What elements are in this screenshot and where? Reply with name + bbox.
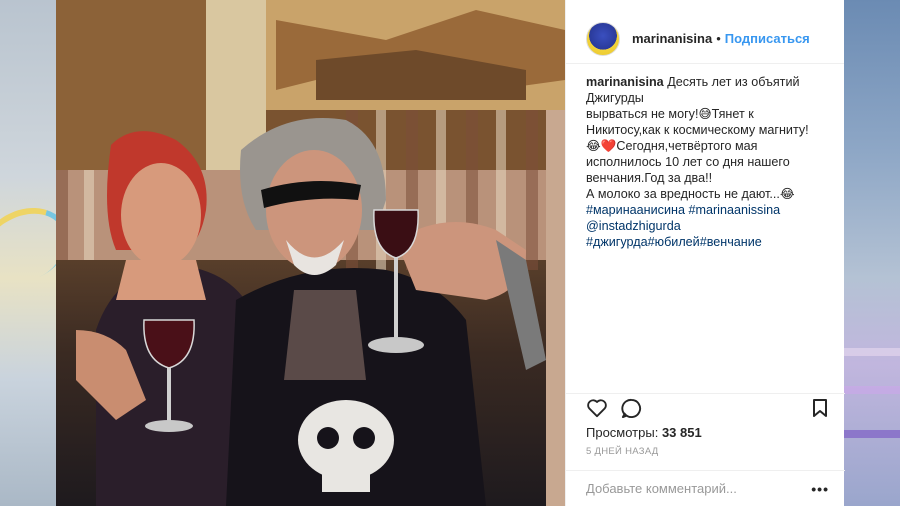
- man-chest-tattoo: [284, 290, 366, 380]
- caption-author-link[interactable]: marinanisina: [586, 75, 664, 89]
- decorative-stripe: [844, 348, 900, 356]
- views-label: Просмотры:: [586, 425, 659, 440]
- glass-stem: [167, 368, 171, 423]
- comment-bar: Добавьте комментарий... •••: [566, 470, 845, 506]
- blurred-hashtag: [586, 250, 828, 266]
- avatar[interactable]: [586, 21, 620, 56]
- more-horizontal-icon[interactable]: •••: [811, 481, 829, 497]
- comment-item: [566, 323, 844, 338]
- glass-stem: [394, 258, 398, 338]
- caption-text: Десять лет из объятий: [667, 75, 800, 89]
- views-count: Просмотры: 33 851: [586, 425, 702, 440]
- heart-icon[interactable]: [586, 398, 608, 423]
- woman-face: [121, 163, 201, 267]
- speech-bubble-icon[interactable]: [621, 398, 642, 424]
- caption-line: Никитосу,как к космическому магниту!: [586, 123, 809, 137]
- caption-line: 😂❤️Сегодня,четвёртого мая: [586, 139, 758, 153]
- comment-item: [566, 346, 844, 361]
- post-photo[interactable]: [56, 0, 565, 506]
- skull-print: [298, 400, 394, 480]
- post-header: marinanisina • Подписаться: [566, 0, 844, 64]
- comments-section: [566, 270, 844, 406]
- man-face: [266, 150, 362, 270]
- caption-line: marinanisina Десять лет из объятий: [586, 74, 828, 90]
- post-timestamp[interactable]: 5 ДНЕЙ НАЗАД: [586, 446, 659, 457]
- comment-item: [566, 308, 844, 323]
- post-photo-illustration: [56, 0, 565, 506]
- comment-input[interactable]: Добавьте комментарий...: [586, 481, 737, 496]
- username-link[interactable]: marinanisina: [632, 31, 712, 46]
- comment-item: [566, 293, 844, 308]
- decorative-stripe: [844, 430, 900, 438]
- action-bar: [566, 393, 845, 421]
- post-caption: marinanisina Десять лет из объятий Джигу…: [566, 64, 844, 266]
- caption-line: Джигурды: [586, 91, 644, 105]
- woman-neck: [116, 260, 206, 300]
- caption-line: вырваться не могу!😅Тянет к: [586, 107, 754, 121]
- hashtag-links[interactable]: #джигурда#юбилей#венчание: [586, 234, 828, 250]
- background-left: [0, 0, 81, 506]
- bookmark-icon[interactable]: [812, 398, 828, 423]
- views-number: 33 851: [661, 425, 702, 440]
- separator-dot: •: [716, 31, 721, 46]
- comment-item: [566, 376, 844, 391]
- caption-line: исполнилось 10 лет со дня нашего: [586, 155, 790, 169]
- caption-line: А молоко за вредность не дают...😂: [586, 187, 795, 201]
- glass-base: [145, 420, 193, 432]
- mention-link[interactable]: @instadzhigurda: [586, 218, 828, 234]
- post-details-panel: marinanisina • Подписаться marinanisina …: [565, 0, 845, 506]
- caption-line: венчания.Год за два!!: [586, 171, 713, 185]
- comment-item: [566, 361, 844, 376]
- load-more-comments[interactable]: [566, 270, 844, 285]
- follow-button[interactable]: Подписаться: [725, 31, 810, 46]
- curtain: [546, 110, 565, 506]
- background-right: [844, 0, 900, 506]
- hashtag-links[interactable]: #маринаанисина #marinaanissina: [586, 202, 828, 218]
- glass-base: [368, 337, 424, 353]
- decorative-stripe: [844, 386, 900, 394]
